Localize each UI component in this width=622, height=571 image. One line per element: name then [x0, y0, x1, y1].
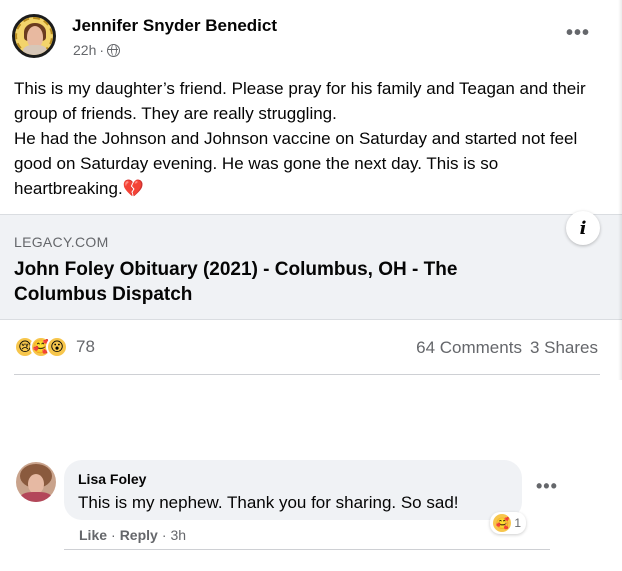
comment-like-button[interactable]: Like	[79, 527, 107, 543]
link-domain: LEGACY.COM	[14, 234, 109, 250]
comments-count-link[interactable]: 64 Comments	[416, 338, 522, 358]
meta-separator: ·	[99, 42, 105, 58]
reaction-summary[interactable]: 😢 🥰 😮 78	[14, 336, 95, 358]
engagement-counts: 64 Comments 3 Shares	[416, 338, 598, 358]
post-more-options-button[interactable]: •••	[566, 23, 590, 43]
post-text-paragraph-1: This is my daughter’s friend. Please pra…	[14, 79, 586, 123]
info-icon[interactable]: i	[566, 211, 600, 245]
comment-actions: Like · Reply · 3h	[79, 527, 186, 543]
comment-reaction-count: 1	[514, 516, 521, 530]
post-divider	[14, 374, 600, 375]
post-text-paragraph-2: He had the Johnson and Johnson vaccine o…	[14, 129, 578, 198]
comment-timestamp[interactable]: 3h	[170, 527, 186, 543]
comment-reaction-badge[interactable]: 🥰 1	[490, 512, 526, 534]
post-meta: 22h ·	[73, 42, 121, 58]
commenter-avatar[interactable]	[16, 462, 56, 502]
author-avatar[interactable]	[12, 14, 56, 58]
link-preview-card[interactable]: i LEGACY.COM John Foley Obituary (2021) …	[0, 211, 622, 320]
wow-reaction-icon: 😮	[46, 336, 68, 358]
care-reaction-icon: 🥰	[493, 514, 512, 532]
comment-more-options-button[interactable]: •••	[536, 477, 558, 495]
comment-text: This is my nephew. Thank you for sharing…	[78, 493, 459, 512]
post-body: This is my daughter’s friend. Please pra…	[14, 76, 608, 201]
comment-author-name[interactable]: Lisa Foley	[78, 471, 146, 487]
comment-bubble: Lisa Foley This is my nephew. Thank you …	[64, 460, 526, 534]
post-author-name[interactable]: Jennifer Snyder Benedict	[72, 16, 277, 36]
globe-icon[interactable]	[107, 43, 121, 57]
action-separator: ·	[111, 527, 116, 543]
action-separator: ·	[161, 527, 167, 543]
comment-divider	[64, 549, 550, 550]
post-card: Jennifer Snyder Benedict 22h · ••• This …	[0, 0, 622, 380]
reaction-count[interactable]: 78	[76, 337, 95, 357]
shares-count-link[interactable]: 3 Shares	[530, 338, 598, 358]
comment-reply-button[interactable]: Reply	[120, 527, 158, 543]
post-timestamp[interactable]: 22h	[73, 42, 96, 58]
link-title[interactable]: John Foley Obituary (2021) - Columbus, O…	[14, 257, 554, 307]
card-edge-shadow	[618, 0, 622, 380]
